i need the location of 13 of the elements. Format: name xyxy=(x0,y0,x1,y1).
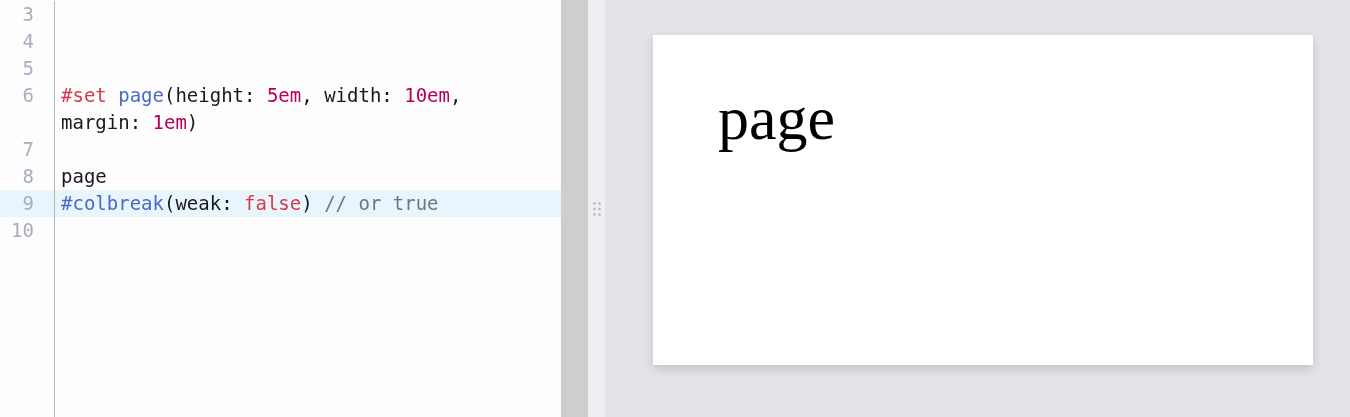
scrollbar-track[interactable] xyxy=(561,0,588,417)
line-number: 7 xyxy=(0,136,55,163)
line-number: 6 xyxy=(0,82,55,136)
code-line: #set page(height: 5em, width: 10em, margin: 1em) xyxy=(60,83,463,135)
line-number: 4 xyxy=(0,28,55,55)
code-line: #colbreak(weak: false) // or true xyxy=(60,191,440,216)
line-number: 5 xyxy=(0,55,55,82)
code-line: page xyxy=(60,164,108,189)
page-text: page xyxy=(718,84,836,152)
drag-handle-icon[interactable] xyxy=(592,201,601,216)
line-number: 3 xyxy=(0,1,55,28)
line-number: 9 xyxy=(0,190,55,217)
line-number: 10 xyxy=(0,217,55,244)
